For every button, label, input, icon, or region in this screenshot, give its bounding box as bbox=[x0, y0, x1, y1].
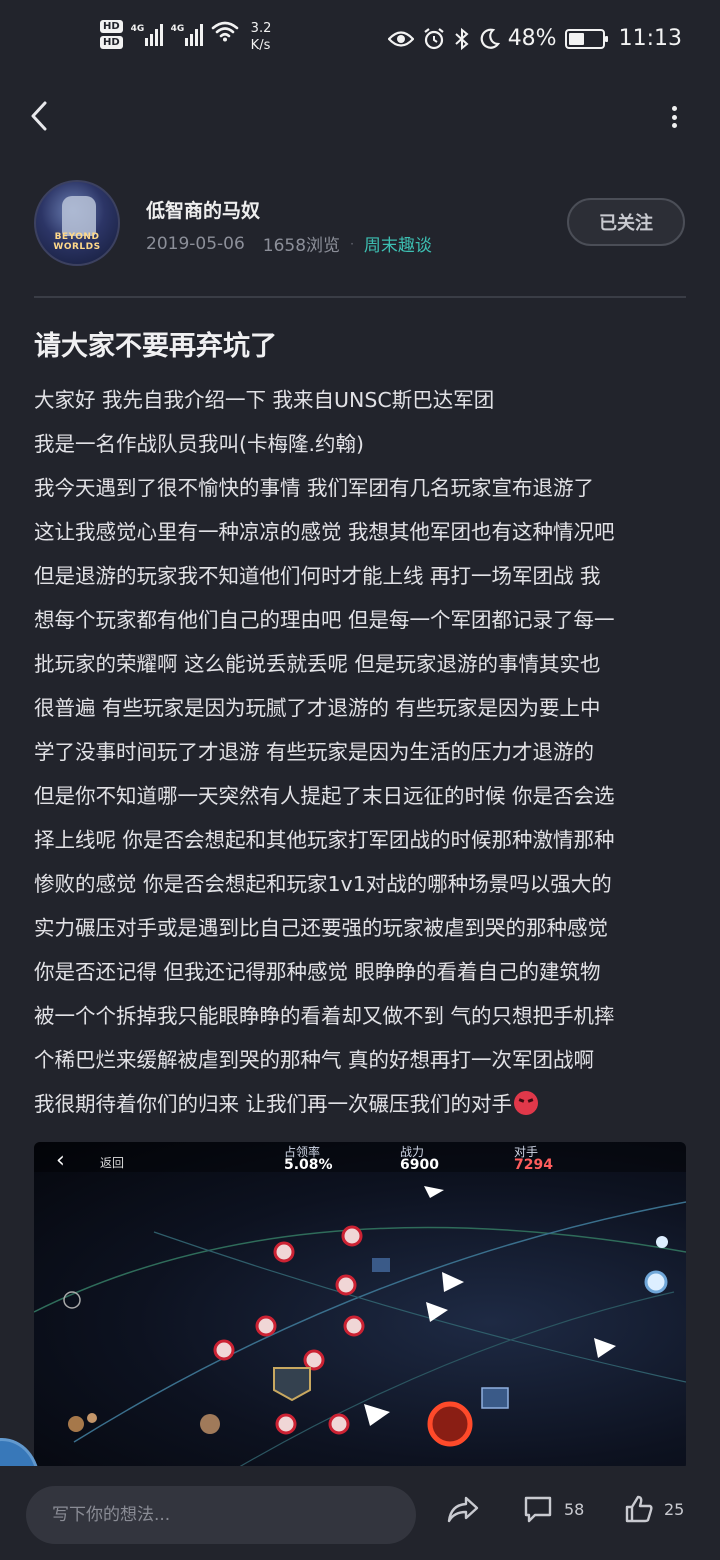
angry-face-emoji-icon bbox=[514, 1091, 539, 1115]
body-line: 我是一名作战队员我叫(卡梅隆.约翰) bbox=[34, 432, 365, 456]
post-date: 2019-05-06 bbox=[146, 233, 245, 254]
chevron-left-icon bbox=[31, 101, 47, 131]
game-stat-2: 战力 6900 bbox=[400, 1146, 439, 1173]
view-count: 1658浏览 bbox=[262, 236, 341, 256]
body-line: 个稀巴烂来缓解被虐到哭的那种气 真的好想再打一次军团战啊 bbox=[34, 1048, 595, 1072]
status-left: HD HD 4G 4G 3.2 K/s bbox=[100, 20, 271, 54]
share-icon bbox=[447, 1496, 479, 1523]
battery-percent: 48% bbox=[507, 26, 557, 51]
eye-icon bbox=[387, 30, 414, 47]
game-back-label: 返回 bbox=[100, 1156, 125, 1170]
body-line-text: 我很期待着你们的归来 让我们再一次碾压我们的对手 bbox=[34, 1092, 513, 1116]
more-options-button[interactable] bbox=[664, 102, 684, 132]
body-line: 被一个个拆掉我只能眼睁睁的看着却又做不到 气的只想把手机摔 bbox=[34, 1004, 615, 1028]
body-line: 但是退游的玩家我不知道他们何时才能上线 再打一场军团战 我 bbox=[34, 564, 601, 588]
post-meta: 2019-05-06 1658浏览 · 周末趣谈 bbox=[146, 231, 432, 257]
likes-count: 25 bbox=[664, 1499, 685, 1519]
hd-badge-1: HD bbox=[100, 20, 123, 33]
signal-icon-sim1: 4G bbox=[131, 20, 163, 46]
more-dot-icon bbox=[671, 123, 677, 128]
alarm-icon bbox=[424, 27, 444, 49]
game-stat-2-value: 6900 bbox=[400, 1157, 439, 1173]
body-line-last: 我很期待着你们的归来 让我们再一次碾压我们的对手 bbox=[34, 1082, 694, 1126]
signal-icon-sim2: 4G bbox=[171, 20, 203, 46]
status-bar: HD HD 4G 4G 3.2 K/s 48% 11:13 bbox=[0, 0, 720, 84]
comments-button[interactable]: 58 bbox=[522, 1494, 584, 1524]
body-line: 择上线呢 你是否会想起和其他玩家打军团战的时候那种激情那种 bbox=[34, 828, 615, 852]
divider bbox=[34, 296, 686, 298]
more-dot-icon bbox=[671, 106, 677, 111]
wifi-icon bbox=[211, 21, 238, 42]
body-line: 大家好 我先自我介绍一下 我来自UNSC斯巴达军团 bbox=[34, 388, 495, 412]
avatar-logo: BEYOND WORLDS bbox=[53, 232, 101, 252]
hd-indicators: HD HD bbox=[100, 20, 123, 49]
bluetooth-icon bbox=[455, 27, 469, 50]
more-dot-icon bbox=[671, 114, 677, 120]
network-type-1: 4G bbox=[130, 24, 145, 34]
body-line: 很普遍 有些玩家是因为玩腻了才退游的 有些玩家是因为要上中 bbox=[34, 696, 601, 720]
comments-count: 58 bbox=[564, 1499, 585, 1519]
battery-icon bbox=[564, 28, 608, 49]
speed-value: 3.2 bbox=[250, 21, 272, 36]
follow-button[interactable]: 已关注 bbox=[567, 198, 685, 246]
body-line: 惨败的感觉 你是否会想起和玩家1v1对战的哪种场景吗以强大的 bbox=[34, 872, 612, 896]
author-avatar[interactable]: BEYOND WORLDS bbox=[34, 180, 120, 266]
body-line: 想每个玩家都有他们自己的理由吧 但是每一个军团都记录了每一 bbox=[34, 608, 615, 632]
body-line: 学了没事时间玩了才退游 有些玩家是因为生活的压力才退游的 bbox=[34, 740, 595, 764]
topic-tag[interactable]: 周末趣谈 bbox=[364, 231, 432, 256]
like-button[interactable]: 25 bbox=[624, 1494, 684, 1524]
game-stat-1: 占领率 5.08% bbox=[284, 1146, 333, 1173]
speed-unit: K/s bbox=[250, 38, 271, 53]
game-map-graphic bbox=[34, 1142, 686, 1470]
avatar-figure bbox=[62, 196, 96, 236]
post-title: 请大家不要再弃坑了 bbox=[34, 331, 277, 362]
game-stat-1-value: 5.08% bbox=[284, 1157, 333, 1173]
meta-separator: · bbox=[350, 236, 354, 251]
post-image-game-screenshot[interactable]: ‹ 返回 占领率 5.08% 战力 6900 对手 7294 bbox=[34, 1142, 686, 1470]
body-line: 我今天遇到了很不愉快的事情 我们军团有几名玩家宣布退游了 bbox=[34, 476, 595, 500]
status-right: 48% 11:13 bbox=[387, 26, 682, 51]
body-line: 但是你不知道哪一天突然有人提起了末日远征的时候 你是否会选 bbox=[34, 784, 615, 808]
body-line: 这让我感觉心里有一种凉凉的感觉 我想其他军团也有这种情况吧 bbox=[34, 520, 615, 544]
game-stat-3-value: 7294 bbox=[514, 1157, 553, 1173]
hd-badge-2: HD bbox=[100, 36, 123, 49]
thumbs-up-icon bbox=[625, 1495, 653, 1523]
body-line: 批玩家的荣耀啊 这么能说丢就丢呢 但是玩家退游的事情其实也 bbox=[34, 652, 601, 676]
share-button[interactable] bbox=[446, 1494, 480, 1524]
author-name[interactable]: 低智商的马奴 bbox=[146, 196, 260, 223]
game-back-icon: ‹ bbox=[56, 1148, 65, 1173]
post-body: 大家好 我先自我介绍一下 我来自UNSC斯巴达军团 我是一名作战队员我叫(卡梅隆… bbox=[34, 378, 694, 1126]
back-button[interactable] bbox=[24, 98, 54, 134]
body-line: 你是否还记得 但我还记得那种感觉 眼睁睁的看着自己的建筑物 bbox=[34, 960, 601, 984]
game-stat-3: 对手 7294 bbox=[514, 1146, 553, 1173]
bottom-action-bar: 58 25 bbox=[0, 1466, 720, 1560]
do-not-disturb-moon-icon bbox=[480, 28, 500, 49]
network-speed: 3.2 K/s bbox=[251, 20, 272, 54]
comment-input[interactable] bbox=[26, 1486, 416, 1544]
clock: 11:13 bbox=[618, 26, 682, 51]
comment-icon bbox=[524, 1496, 552, 1523]
network-type-2: 4G bbox=[170, 24, 185, 34]
body-line: 实力碾压对手或是遇到比自己还要强的玩家被虐到哭的那种感觉 bbox=[34, 916, 608, 940]
